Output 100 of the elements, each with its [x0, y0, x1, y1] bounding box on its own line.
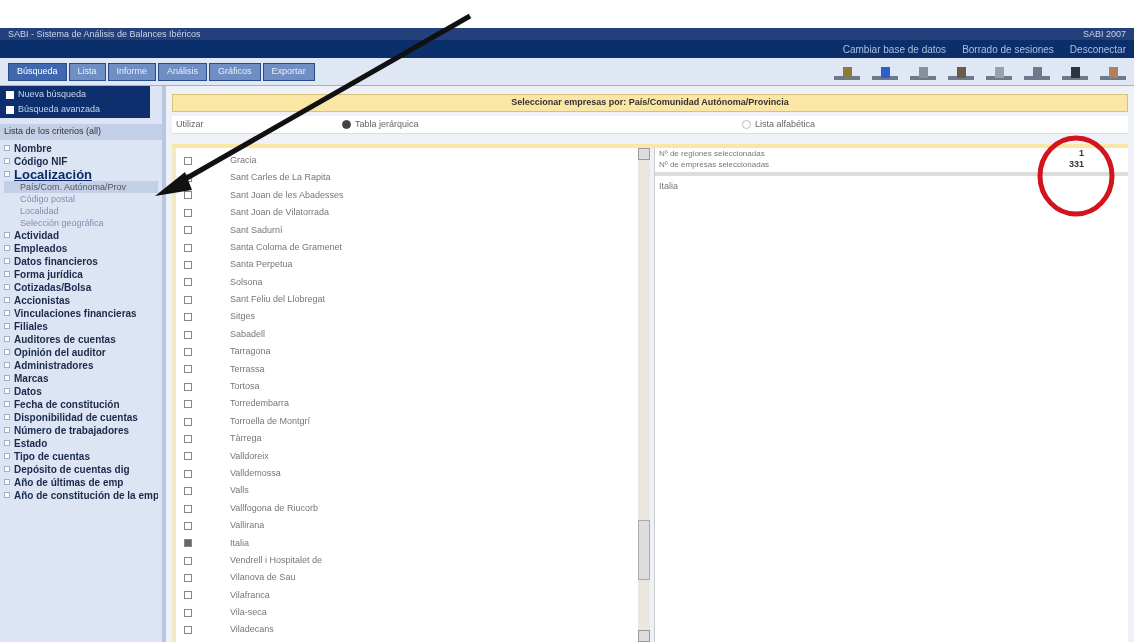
- option-label: Vilanova de Sau: [230, 571, 296, 585]
- tab[interactable]: Búsqueda: [8, 63, 67, 81]
- toolbar-icon[interactable]: [1062, 65, 1088, 81]
- criteria-item[interactable]: Cotizadas/Bolsa: [4, 280, 158, 294]
- checkbox[interactable]: [184, 452, 192, 461]
- option-label: Valldoreix: [230, 449, 269, 463]
- criteria-item[interactable]: Actividad: [4, 228, 158, 242]
- checkbox[interactable]: [184, 226, 192, 235]
- checkbox[interactable]: [184, 626, 192, 635]
- criteria-item[interactable]: Empleados: [4, 241, 158, 255]
- option-label: Viladecans: [230, 623, 274, 637]
- checkbox[interactable]: [184, 191, 192, 200]
- checkbox[interactable]: [184, 417, 192, 426]
- option-label: Torredembarra: [230, 397, 290, 411]
- option-label: Tortosa: [230, 380, 260, 393]
- radio-button[interactable]: [342, 120, 351, 129]
- criteria-item[interactable]: Depósito de cuentas dig: [4, 462, 158, 476]
- option-label: Santa Coloma de Gramenet: [230, 240, 343, 254]
- checkbox[interactable]: [184, 365, 192, 374]
- corner-label: SABI 2007: [1082, 29, 1126, 39]
- checkbox[interactable]: [184, 591, 192, 600]
- option-label: Tarragona: [230, 345, 271, 359]
- criteria-item[interactable]: Opinión del auditor: [4, 345, 158, 359]
- selected-item: Italia: [658, 180, 679, 193]
- summary-label: Nº de empresas seleccionadas: [659, 158, 770, 171]
- option-label: Valldemossa: [230, 466, 281, 480]
- criteria-item[interactable]: Vinculaciones financieras: [4, 306, 158, 320]
- criteria-item[interactable]: Forma jurídica: [4, 267, 158, 281]
- radio-button[interactable]: [742, 120, 751, 129]
- toolbar-icon[interactable]: [948, 65, 974, 81]
- mode-label: Lista alfabética: [755, 117, 816, 131]
- checkbox[interactable]: [184, 382, 192, 391]
- toolbar-icon[interactable]: [872, 65, 898, 81]
- checkbox[interactable]: [184, 348, 192, 356]
- option-label: Valls: [230, 484, 249, 498]
- option-label: Terrassa: [230, 362, 265, 376]
- criteria-item[interactable]: Accionistas: [4, 293, 158, 307]
- criteria-item[interactable]: Datos: [4, 384, 158, 398]
- top-link[interactable]: Cambiar base de datos: [842, 41, 947, 57]
- option-label: Sant Carles de La Rapita: [230, 171, 331, 185]
- scrollbar[interactable]: [638, 148, 650, 642]
- summary-value: 331: [1068, 157, 1084, 171]
- criteria-item[interactable]: Administradores: [4, 358, 158, 372]
- option-label: Vallirana: [230, 519, 265, 533]
- option-label: Sant Feliu del Llobregat: [230, 293, 326, 307]
- top-link[interactable]: Borrado de sesiones: [962, 41, 1054, 57]
- criteria-item[interactable]: Filiales: [4, 319, 158, 333]
- checkbox[interactable]: [184, 156, 192, 165]
- checkbox[interactable]: [184, 278, 192, 287]
- checkbox[interactable]: [184, 400, 192, 409]
- panel-header: Seleccionar empresas por: País/Comunidad Autónoma/Provincia: [172, 94, 1128, 112]
- criteria-item[interactable]: Marcas: [4, 371, 158, 385]
- checkbox[interactable]: [184, 295, 192, 304]
- criteria-item[interactable]: Auditores de cuentas: [4, 332, 158, 346]
- mode-label: Tabla jerárquica: [355, 117, 419, 131]
- checkbox[interactable]: [184, 434, 192, 443]
- criteria-item[interactable]: Fecha de constitución: [4, 397, 158, 411]
- option-label: Vilafranca: [230, 588, 270, 602]
- option-label: Vendrell i Hospitalet de: [230, 553, 323, 567]
- option-label: Sant Joan de les Abadesses: [230, 188, 344, 202]
- checkbox[interactable]: [184, 539, 192, 548]
- criteria-item[interactable]: Datos financieros: [4, 254, 158, 268]
- option-label: Tàrrega: [230, 432, 262, 446]
- checkbox[interactable]: [184, 556, 192, 565]
- checkbox[interactable]: [184, 574, 192, 583]
- window-title: SABI - Sistema de Análisis de Balances Ibéricos: [8, 29, 201, 39]
- criteria-item[interactable]: Número de trabajadores: [4, 423, 158, 437]
- summary-label: Nº de regiones seleccionadas: [659, 147, 765, 160]
- option-label: Italia: [230, 536, 249, 550]
- checkbox[interactable]: [184, 261, 192, 270]
- checkbox[interactable]: [184, 469, 192, 478]
- checkbox[interactable]: [184, 330, 192, 339]
- criteria-item[interactable]: Estado: [4, 436, 158, 450]
- sidebar-button[interactable]: Nueva búsqueda: [2, 88, 148, 101]
- checkbox[interactable]: [184, 521, 192, 530]
- criteria-subitem[interactable]: País/Com. Autónoma/Prov: [4, 180, 158, 193]
- checkbox[interactable]: [184, 313, 192, 322]
- option-label: Sabadell: [230, 327, 266, 341]
- criteria-item[interactable]: Código NIF: [4, 154, 158, 168]
- checkbox[interactable]: [184, 608, 192, 617]
- sidebar-button[interactable]: Búsqueda avanzada: [2, 103, 148, 116]
- top-link[interactable]: Desconectar: [1069, 41, 1126, 57]
- criteria-heading: Lista de los criterios (all): [0, 124, 162, 140]
- checkbox[interactable]: [184, 487, 192, 496]
- option-label: Vallfogona de Riucorb: [230, 501, 318, 515]
- option-label: Vila-seca: [230, 606, 267, 620]
- criteria-item[interactable]: Tipo de cuentas: [4, 449, 158, 463]
- checkbox[interactable]: [184, 208, 192, 217]
- option-label: Torroella de Montgrí: [230, 414, 311, 428]
- checkbox[interactable]: [184, 243, 192, 252]
- criteria-item[interactable]: Nombre: [4, 141, 158, 155]
- option-label: Sant Sadurní: [230, 223, 283, 237]
- use-label: Utilizar: [175, 117, 205, 131]
- criteria-item[interactable]: Año de últimas de emp: [4, 475, 158, 489]
- option-label: Sant Joan de Vilatorrada: [230, 206, 329, 220]
- criteria-item[interactable]: Localización: [4, 167, 158, 181]
- criteria-item[interactable]: Año de constitución de la emp: [4, 488, 158, 502]
- checkbox[interactable]: [184, 504, 192, 513]
- option-label: Gracia: [230, 153, 257, 167]
- criteria-item[interactable]: Disponibilidad de cuentas: [4, 410, 158, 424]
